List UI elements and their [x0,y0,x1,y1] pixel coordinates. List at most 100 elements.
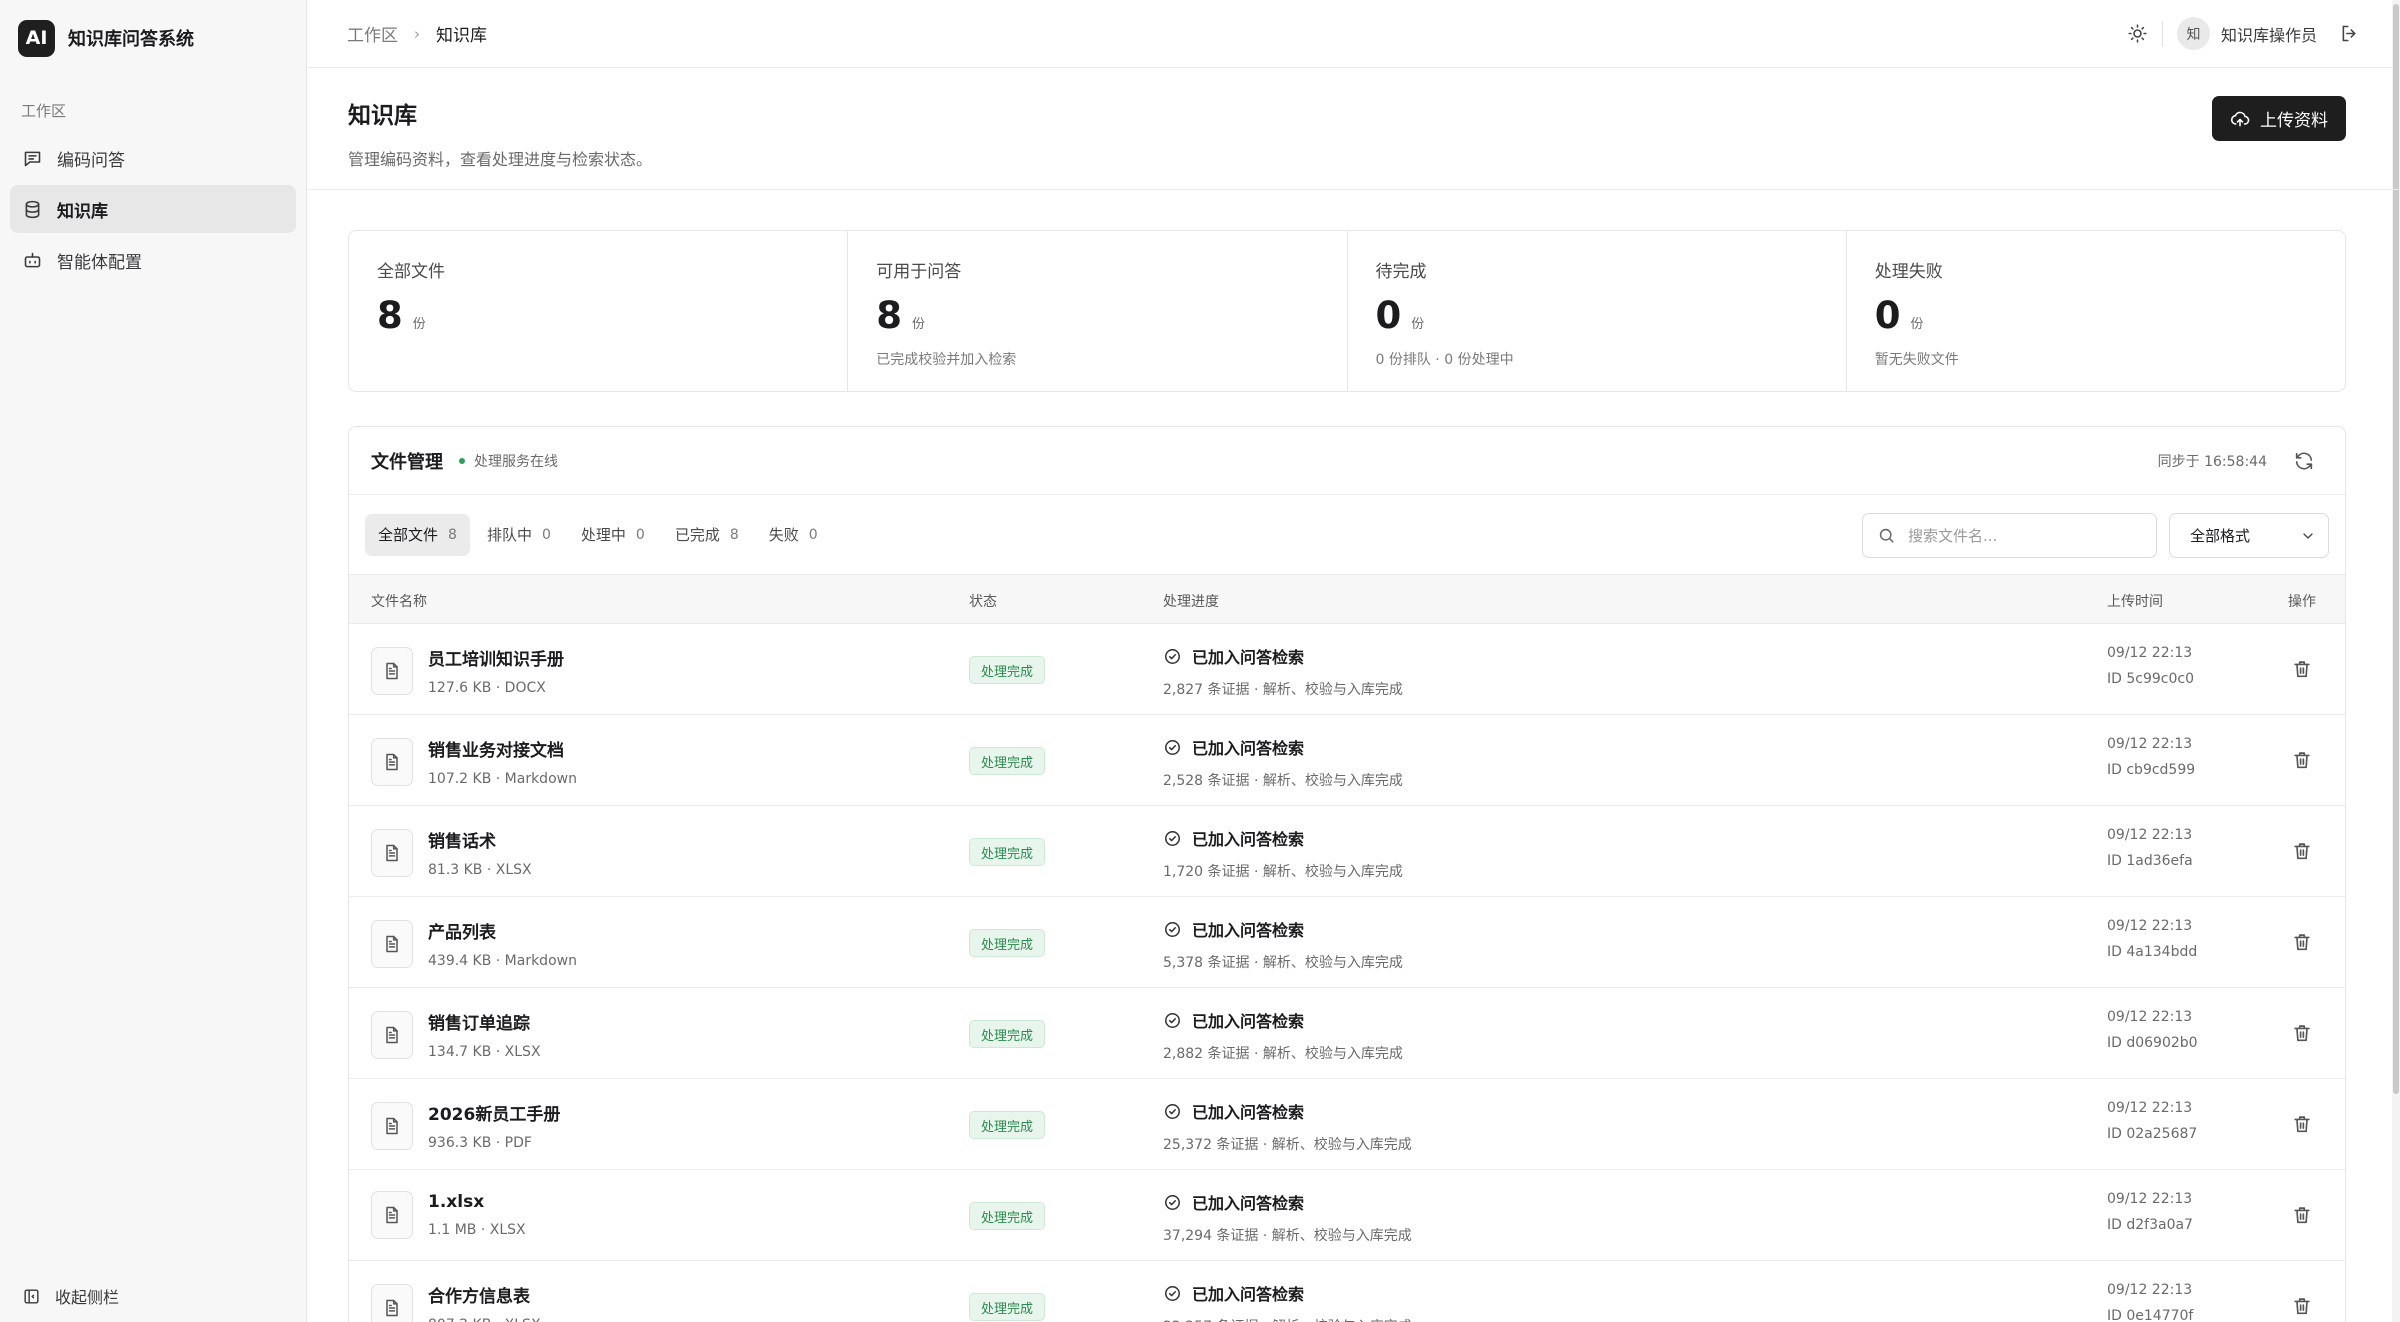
sidebar-item-code-qa[interactable]: 编码问答 [10,134,296,182]
progress-title: 已加入问答检索 [1192,648,1305,667]
file-name[interactable]: 销售业务对接文档 [428,736,577,761]
document-icon [371,1010,413,1059]
delete-button[interactable] [2291,1295,2313,1317]
file-name[interactable]: 2026新员工手册 [428,1100,560,1125]
delete-button[interactable] [2291,1113,2313,1135]
tab-all-files[interactable]: 全部文件 8 [365,513,470,556]
chevron-down-icon [2303,532,2313,539]
column-header-name: 文件名称 [371,594,427,610]
table-row[interactable]: 产品列表 439.4 KB · Markdown 处理完成 已加入问答检索 5,378 … [349,897,2345,988]
upload-time-cell: 09/12 22:13 ID 0e14770f [2107,1283,2193,1322]
cloud-upload-icon [2230,111,2250,126]
table-row[interactable]: 销售业务对接文档 107.2 KB · Markdown 处理完成 已加入问答检索 2,… [349,715,2345,806]
sidebar-item-label: 编码问答 [57,150,125,171]
upload-time-cell: 09/12 22:13 ID d2f3a0a7 [2107,1192,2193,1232]
progress-cell: 已加入问答检索 1,720 条证据 · 解析、校验与入库完成 [1163,826,1403,881]
tab-queued[interactable]: 排队中 0 [474,514,564,556]
column-header-progress: 处理进度 [1163,594,1219,610]
sidebar-item-knowledge-base[interactable]: 知识库 [10,185,296,233]
breadcrumb-workspace[interactable]: 工作区 [347,21,398,46]
tab-failed[interactable]: 失败 0 [756,514,831,556]
table-row[interactable]: 销售话术 81.3 KB · XLSX 处理完成 已加入问答检索 1,720 条证据 ·… [349,806,2345,897]
upload-button[interactable]: 上传资料 [2212,96,2346,141]
stat-value: 0 [1375,294,1402,337]
upload-time-cell: 09/12 22:13 ID 02a25687 [2107,1101,2197,1141]
progress-cell: 已加入问答检索 37,294 条证据 · 解析、校验与入库完成 [1163,1190,1412,1245]
progress-detail: 2,882 条证据 · 解析、校验与入库完成 [1163,1046,1403,1062]
table-row[interactable]: 销售订单追踪 134.7 KB · XLSX 处理完成 已加入问答检索 2,882 条证… [349,988,2345,1079]
stat-unit: 份 [1411,317,1425,332]
upload-time-cell: 09/12 22:13 ID d06902b0 [2107,1010,2198,1050]
table-header: 文件名称 状态 处理进度 上传时间 操作 [349,575,2345,624]
search-box [1862,513,2157,558]
upload-time: 09/12 22:13 [2107,645,2193,661]
delete-button[interactable] [2291,749,2313,771]
file-name[interactable]: 销售话术 [428,827,532,852]
file-meta: 1.1 MB · XLSX [428,1222,526,1238]
sidebar-item-agent-config[interactable]: 智能体配置 [10,236,296,284]
stat-value: 8 [377,294,403,337]
trash-icon [2294,752,2310,769]
tab-label: 全部文件 [378,526,439,544]
upload-button-label: 上传资料 [2260,111,2328,131]
progress-title: 已加入问答检索 [1192,1103,1305,1122]
status-badge: 处理完成 [969,1111,1046,1139]
file-meta: 807.2 KB · XLSX [428,1317,541,1322]
delete-button[interactable] [2291,840,2313,862]
progress-detail: 2,528 条证据 · 解析、校验与入库完成 [1163,773,1403,789]
check-circle-icon [1165,1103,1180,1119]
search-input[interactable] [1908,526,2128,545]
status-badge: 处理完成 [969,747,1046,775]
progress-detail: 2,827 条证据 · 解析、校验与入库完成 [1163,682,1403,698]
progress-title: 已加入问答检索 [1192,830,1305,849]
file-name[interactable]: 合作方信息表 [428,1282,541,1307]
tab-label: 排队中 [486,526,532,544]
file-management-panel: 文件管理 处理服务在线 同步于 16:58:44 全部文件 8 排队中 0 处理中 0… [348,426,2346,1322]
progress-cell: 已加入问答检索 2,827 条证据 · 解析、校验与入库完成 [1163,644,1403,699]
table-row[interactable]: 2026新员工手册 936.3 KB · PDF 处理完成 已加入问答检索 25,372… [349,1079,2345,1170]
document-icon [371,828,413,877]
file-name[interactable]: 1.xlsx [428,1192,526,1212]
delete-button[interactable] [2291,931,2313,953]
theme-toggle-icon[interactable] [2127,23,2148,44]
column-header-action: 操作 [2288,594,2316,610]
table-row[interactable]: 合作方信息表 807.2 KB · XLSX 处理完成 已加入问答检索 22,257 条… [349,1261,2345,1322]
tab-count: 0 [635,526,645,543]
trash-icon [2294,1298,2310,1315]
trash-icon [2294,1025,2310,1042]
stats-panel: 全部文件 8份 可用于问答 8份 已完成校验并加入检索 待完成 0份 0 份排队… [348,230,2346,392]
column-header-status: 状态 [969,594,997,610]
progress-cell: 已加入问答检索 25,372 条证据 · 解析、校验与入库完成 [1163,1099,1412,1154]
file-cell: 产品列表 439.4 KB · Markdown [371,918,577,969]
progress-cell: 已加入问答检索 2,528 条证据 · 解析、校验与入库完成 [1163,735,1403,790]
logout-icon[interactable] [2339,23,2360,44]
tab-count: 8 [448,526,457,543]
status-dot-icon [459,457,465,464]
user-name[interactable]: 知识库操作员 [2221,22,2317,46]
file-panel-header: 文件管理 处理服务在线 同步于 16:58:44 [349,427,2345,495]
upload-time-cell: 09/12 22:13 ID 4a134bdd [2107,919,2197,959]
table-row[interactable]: 员工培训知识手册 127.6 KB · DOCX 处理完成 已加入问答检索 2,827 … [349,624,2345,715]
file-name[interactable]: 销售订单追踪 [428,1009,541,1034]
collapse-sidebar-button[interactable]: 收起侧栏 [22,1284,119,1308]
page-subtitle: 管理编码资料，查看处理进度与检索状态。 [348,150,653,169]
delete-button[interactable] [2291,1204,2313,1226]
check-circle-icon [1165,648,1180,664]
file-cell: 销售订单追踪 134.7 KB · XLSX [371,1009,541,1060]
tab-completed[interactable]: 已完成 8 [662,514,752,556]
scrollbar[interactable] [2392,0,2400,1322]
file-name[interactable]: 员工培训知识手册 [428,645,564,670]
document-icon [371,1191,413,1239]
document-icon [371,737,413,786]
trash-icon [2294,1207,2310,1224]
delete-button[interactable] [2291,658,2313,680]
refresh-button[interactable] [2293,450,2315,472]
avatar[interactable]: 知 [2176,17,2210,50]
table-row[interactable]: 1.xlsx 1.1 MB · XLSX 处理完成 已加入问答检索 37,294 条证据… [349,1170,2345,1261]
check-circle-icon [1165,1012,1180,1028]
format-select[interactable]: 全部格式 [2169,513,2329,558]
file-name[interactable]: 产品列表 [428,918,577,943]
delete-button[interactable] [2291,1022,2313,1044]
tab-processing[interactable]: 处理中 0 [568,514,658,556]
database-icon [25,200,40,218]
